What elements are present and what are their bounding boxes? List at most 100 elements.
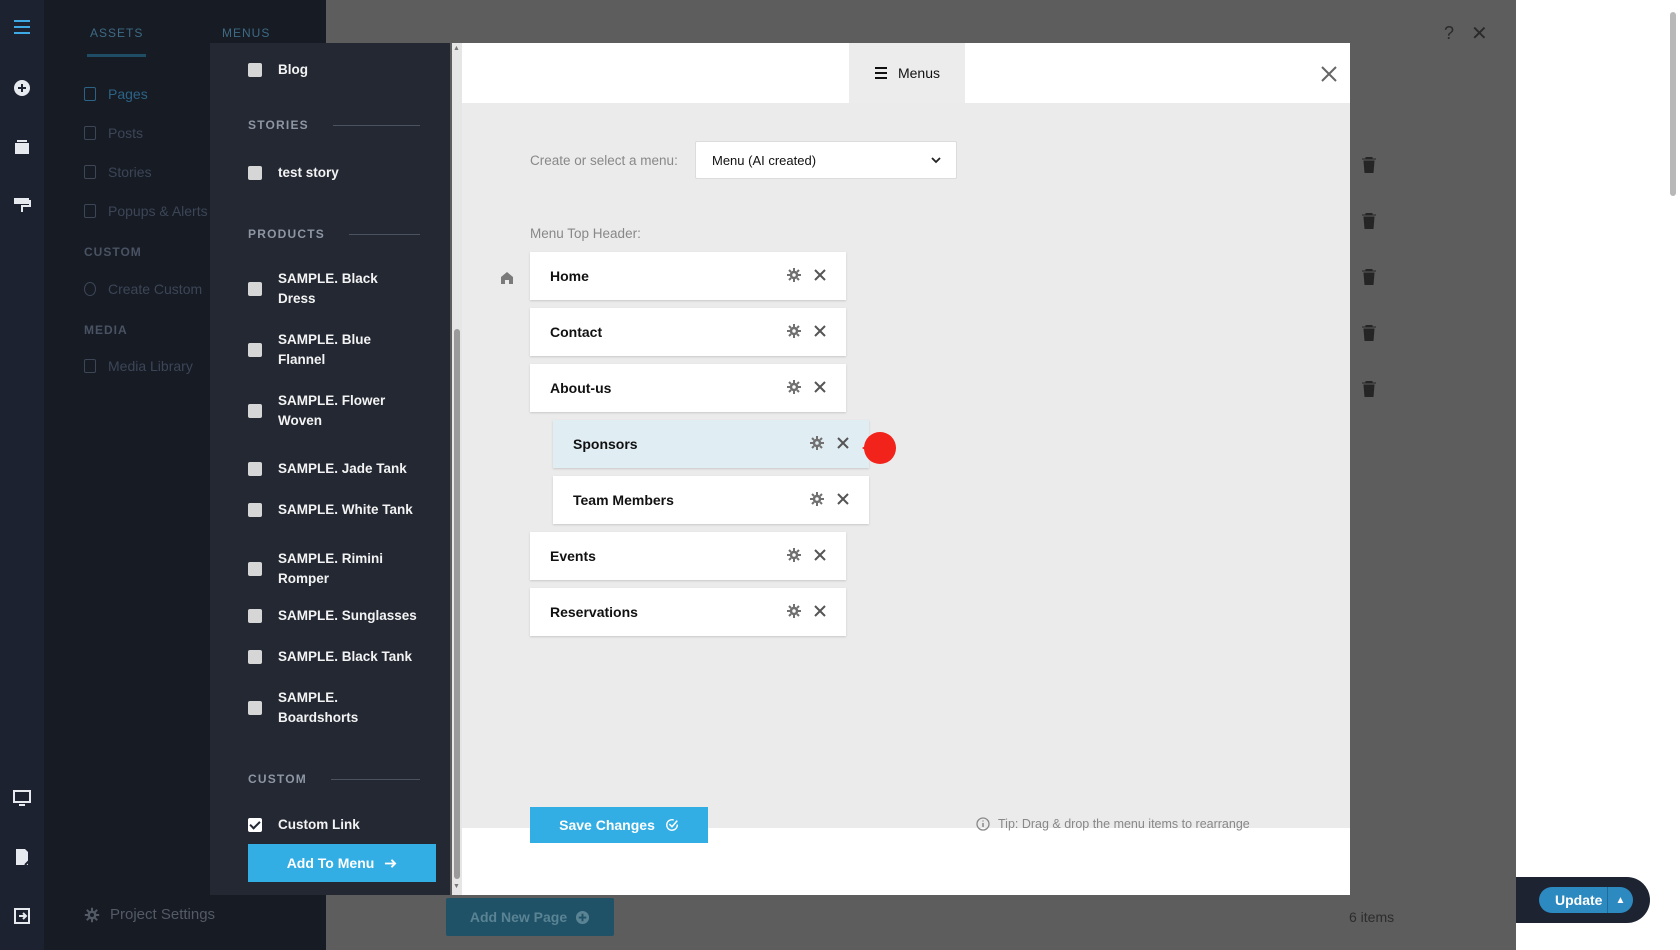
gear-icon[interactable] bbox=[809, 435, 825, 451]
close-icon[interactable] bbox=[812, 267, 828, 283]
checkbox[interactable] bbox=[248, 503, 262, 517]
picker-item-label: SAMPLE. Black Tank bbox=[278, 649, 413, 664]
close-icon[interactable] bbox=[835, 435, 851, 451]
checkbox[interactable] bbox=[248, 650, 262, 664]
monitor-icon[interactable] bbox=[10, 786, 34, 810]
menu-item-team-members[interactable]: Team Members bbox=[553, 476, 869, 524]
tab-assets[interactable]: ASSETS bbox=[87, 26, 147, 57]
checkbox[interactable] bbox=[248, 701, 262, 715]
picker-item-blog[interactable]: Blog bbox=[248, 60, 448, 80]
checkbox[interactable] bbox=[248, 562, 262, 576]
picker-item-label: test story bbox=[278, 165, 339, 180]
gear-icon[interactable] bbox=[786, 547, 802, 563]
menu-item-label: Team Members bbox=[573, 492, 674, 508]
menu-item-events[interactable]: Events bbox=[530, 532, 846, 580]
menu-select[interactable]: Menu (AI created) bbox=[695, 141, 957, 179]
paint-roller-icon[interactable] bbox=[10, 193, 34, 217]
assets-item-media-library[interactable]: Media Library bbox=[84, 358, 193, 374]
gear-icon[interactable] bbox=[786, 323, 802, 339]
close-icon[interactable] bbox=[812, 323, 828, 339]
scroll-down-arrow-icon[interactable]: ▼ bbox=[453, 883, 460, 890]
trash-icon[interactable] bbox=[1362, 213, 1376, 229]
layers-icon[interactable] bbox=[10, 135, 34, 159]
menu-item-home[interactable]: Home bbox=[530, 252, 846, 300]
menu-item-contact[interactable]: Contact bbox=[530, 308, 846, 356]
project-settings-label: Project Settings bbox=[110, 906, 216, 923]
picker-item-product[interactable]: SAMPLE. Black Tank bbox=[248, 647, 448, 667]
menu-select-value: Menu (AI created) bbox=[712, 152, 817, 168]
assets-item-popups[interactable]: Popups & Alerts bbox=[84, 203, 208, 219]
add-icon bbox=[84, 282, 96, 296]
close-icon[interactable] bbox=[812, 603, 828, 619]
add-new-page-button[interactable]: Add New Page bbox=[446, 898, 614, 936]
picker-item-product[interactable]: SAMPLE. Sunglasses bbox=[248, 606, 448, 626]
gear-icon[interactable] bbox=[786, 379, 802, 395]
page-scrollbar[interactable] bbox=[1670, 12, 1676, 196]
gear-icon[interactable] bbox=[786, 603, 802, 619]
heading-label: STORIES bbox=[248, 118, 309, 132]
picker-item-product[interactable]: SAMPLE. White Tank bbox=[248, 500, 448, 520]
hamburger-icon[interactable] bbox=[10, 15, 34, 39]
home-icon bbox=[501, 272, 513, 284]
assets-item-stories[interactable]: Stories bbox=[84, 164, 152, 180]
picker-item-label: SAMPLE. Sunglasses bbox=[278, 608, 417, 623]
close-icon[interactable] bbox=[1318, 63, 1340, 85]
trash-icon[interactable] bbox=[1362, 325, 1376, 341]
checkbox[interactable] bbox=[248, 404, 262, 418]
scrollbar-thumb[interactable] bbox=[454, 329, 460, 879]
menu-item-label: Reservations bbox=[550, 604, 638, 620]
picker-item-product[interactable]: SAMPLE. Black Dress bbox=[248, 269, 448, 309]
trash-icon[interactable] bbox=[1362, 157, 1376, 173]
picker-item-product[interactable]: SAMPLE. Jade Tank bbox=[248, 459, 448, 479]
picker-heading-stories: STORIES bbox=[248, 118, 420, 132]
menu-item-about-us[interactable]: About-us bbox=[530, 364, 846, 412]
picker-item-product[interactable]: SAMPLE. Rimini Romper bbox=[248, 549, 448, 589]
close-icon[interactable] bbox=[812, 379, 828, 395]
menu-editor: Create or select a menu: Menu (AI create… bbox=[462, 103, 1350, 828]
add-circle-icon[interactable] bbox=[10, 76, 34, 100]
add-to-menu-button[interactable]: Add To Menu bbox=[248, 844, 436, 882]
add-circle-icon bbox=[576, 910, 590, 924]
tab-menus-active[interactable]: Menus bbox=[849, 43, 965, 103]
assets-item-pages[interactable]: Pages bbox=[84, 86, 148, 102]
exit-icon[interactable] bbox=[10, 904, 34, 928]
close-icon[interactable] bbox=[835, 491, 851, 507]
help-icon[interactable]: ? bbox=[1444, 23, 1454, 44]
checkbox[interactable] bbox=[248, 609, 262, 623]
checkbox[interactable] bbox=[248, 63, 262, 77]
update-button[interactable]: Update ▲ bbox=[1539, 887, 1633, 913]
picker-item-product[interactable]: SAMPLE. Blue Flannel bbox=[248, 330, 448, 370]
picker-item-label: SAMPLE. White Tank bbox=[278, 502, 413, 517]
trash-icon[interactable] bbox=[1362, 381, 1376, 397]
menu-item-sponsors[interactable]: Sponsors bbox=[553, 420, 869, 468]
project-settings-link[interactable]: Project Settings bbox=[84, 906, 215, 923]
save-changes-button[interactable]: Save Changes bbox=[530, 807, 708, 843]
gear-icon[interactable] bbox=[809, 491, 825, 507]
close-icon[interactable] bbox=[812, 547, 828, 563]
picker-item-product[interactable]: SAMPLE. Boardshorts bbox=[248, 688, 448, 728]
checkbox[interactable] bbox=[248, 282, 262, 296]
picker-item-product[interactable]: SAMPLE. Flower Woven bbox=[248, 391, 448, 431]
tab-menus[interactable]: MENUS bbox=[222, 26, 270, 40]
picker-item-custom-link[interactable]: Custom Link bbox=[248, 815, 448, 835]
page-edit-icon[interactable] bbox=[10, 845, 34, 869]
assets-item-posts[interactable]: Posts bbox=[84, 125, 143, 141]
menu-top-header-label: Menu Top Header: bbox=[530, 226, 641, 241]
close-icon[interactable]: ✕ bbox=[1471, 21, 1488, 46]
checkbox[interactable] bbox=[248, 343, 262, 357]
checkbox[interactable] bbox=[248, 166, 262, 180]
scroll-up-arrow-icon[interactable]: ▲ bbox=[453, 45, 460, 52]
assets-item-create-custom[interactable]: Create Custom bbox=[84, 281, 202, 297]
assets-item-label: Popups & Alerts bbox=[108, 203, 208, 219]
chevron-up-icon[interactable]: ▲ bbox=[1607, 887, 1633, 913]
checkbox-checked[interactable] bbox=[248, 818, 262, 832]
trash-icon[interactable] bbox=[1362, 269, 1376, 285]
checkbox[interactable] bbox=[248, 462, 262, 476]
picker-item-label: SAMPLE. Rimini Romper bbox=[278, 551, 384, 586]
picker-scrollbar[interactable]: ▲ ▼ bbox=[452, 43, 462, 895]
picker-item-story[interactable]: test story bbox=[248, 163, 448, 183]
gear-icon[interactable] bbox=[786, 267, 802, 283]
assets-heading-custom: CUSTOM bbox=[84, 245, 142, 259]
add-new-page-label: Add New Page bbox=[469, 909, 568, 925]
menu-item-reservations[interactable]: Reservations bbox=[530, 588, 846, 636]
